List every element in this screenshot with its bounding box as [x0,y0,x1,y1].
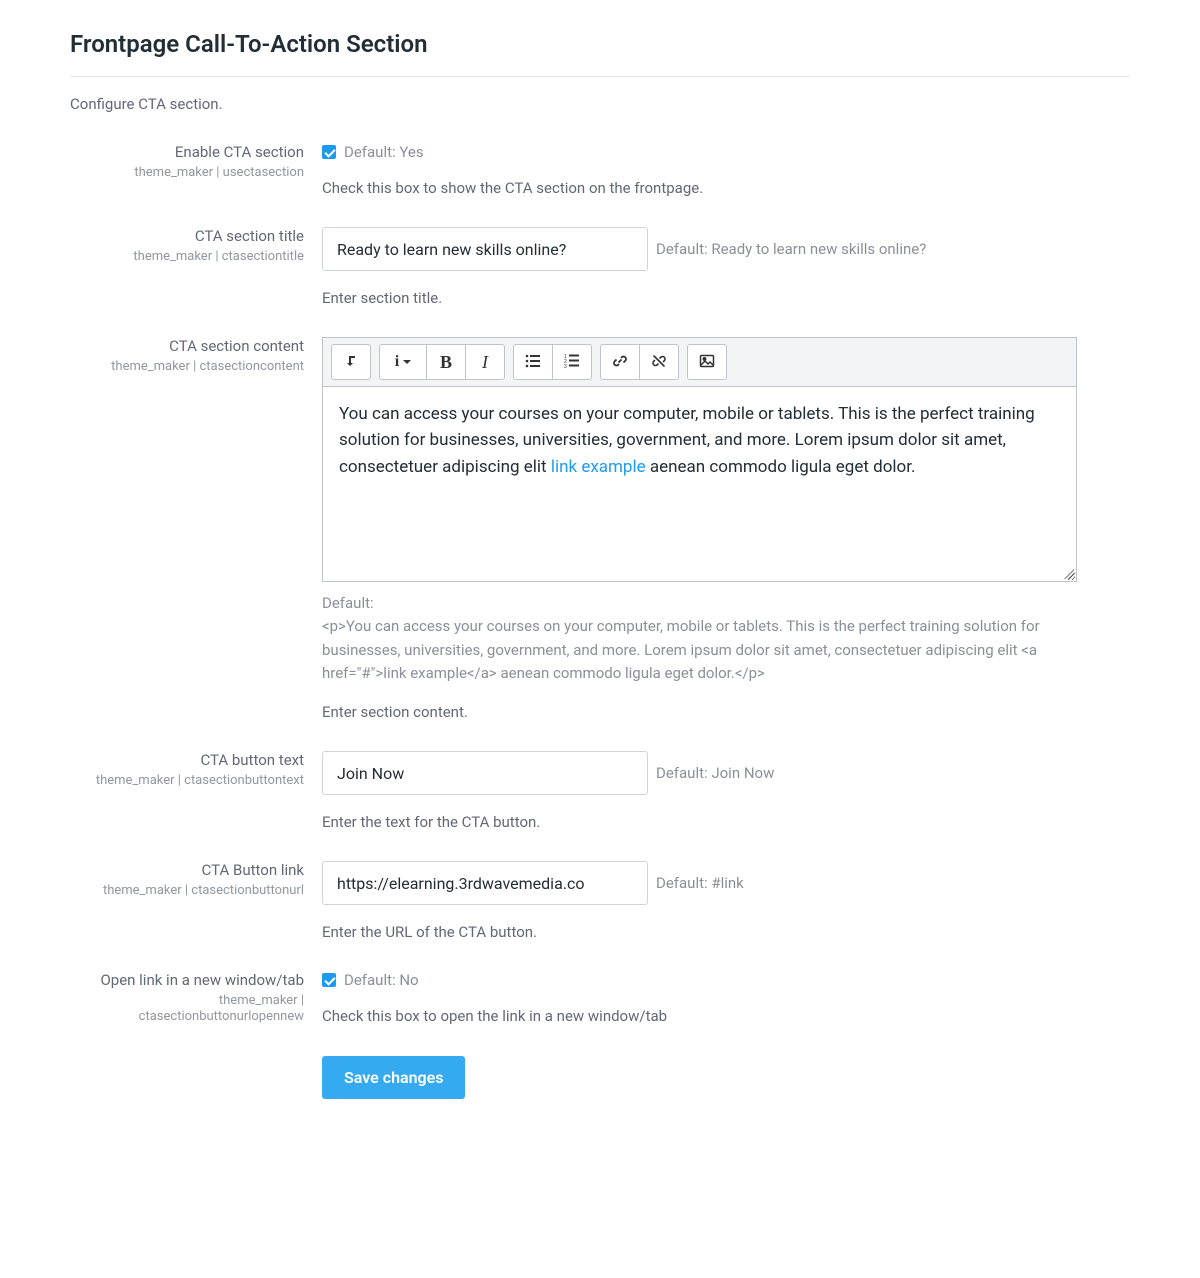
toolbar-ul-button[interactable] [513,344,553,380]
editor-text-after: aenean commodo ligula eget dolor. [646,457,916,477]
section-title-help: Enter section title. [322,289,1130,307]
open-new-label: Open link in a new window/tab [70,971,304,991]
chevron-down-icon [403,360,411,364]
field-section-title: CTA section title theme_maker | ctasecti… [70,227,1130,307]
page-title: Frontpage Call-To-Action Section [70,30,1130,77]
button-link-label: CTA Button link [70,861,304,881]
enable-cta-checkbox[interactable] [322,145,336,159]
toolbar-italic-button[interactable]: I [465,344,505,380]
enable-cta-help: Check this box to show the CTA section o… [322,179,1130,197]
button-text-label: CTA button text [70,751,304,771]
toolbar-unlink-button[interactable] [639,344,679,380]
toolbar-link-button[interactable] [600,344,640,380]
button-link-key: theme_maker | ctasectionbuttonurl [70,883,304,900]
button-text-default: Default: Join Now [656,764,774,782]
open-new-default: Default: No [344,971,419,989]
section-content-default-label: Default: [322,592,1077,615]
section-content-help: Enter section content. [322,703,1130,721]
field-actions: Save changes [70,1056,1130,1099]
button-text-help: Enter the text for the CTA button. [322,813,1130,831]
enable-cta-key: theme_maker | usectasection [70,165,304,182]
section-title-label: CTA section title [70,227,304,247]
editor-link-example[interactable]: link example [551,457,646,477]
field-button-link: CTA Button link theme_maker | ctasection… [70,861,1130,941]
image-icon [699,353,715,372]
toolbar-toggle-button[interactable] [331,344,371,380]
button-text-key: theme_maker | ctasectionbuttontext [70,773,304,790]
open-new-help: Check this box to open the link in a new… [322,1007,1130,1025]
toolbar-bold-button[interactable]: B [426,344,466,380]
expand-icon [343,353,359,372]
section-content-default-value: <p>You can access your courses on your c… [322,615,1077,685]
section-title-input[interactable] [322,227,648,271]
section-title-key: theme_maker | ctasectiontitle [70,249,304,266]
editor-toolbar: i B I [322,337,1077,386]
button-link-default: Default: #link [656,874,744,892]
field-enable-cta: Enable CTA section theme_maker | usectas… [70,143,1130,197]
save-button[interactable]: Save changes [322,1056,465,1099]
enable-cta-default: Default: Yes [344,143,424,161]
list-ol-icon: 123 [564,353,580,372]
enable-cta-label: Enable CTA section [70,143,304,163]
toolbar-image-button[interactable] [687,344,727,380]
link-icon [612,353,628,372]
open-new-checkbox[interactable] [322,973,336,987]
section-title-default: Default: Ready to learn new skills onlin… [656,240,926,258]
toolbar-styles-button[interactable]: i [379,344,427,380]
styles-icon: i [395,353,399,371]
bold-icon: B [440,352,452,373]
unlink-icon [651,353,667,372]
button-link-help: Enter the URL of the CTA button. [322,923,1130,941]
italic-icon: I [482,352,488,373]
toolbar-ol-button[interactable]: 123 [552,344,592,380]
open-new-key: theme_maker | ctasectionbuttonurlopennew [70,993,304,1027]
field-open-new: Open link in a new window/tab theme_make… [70,971,1130,1026]
section-content-editor[interactable]: You can access your courses on your comp… [322,386,1077,582]
button-link-input[interactable] [322,861,648,905]
button-text-input[interactable] [322,751,648,795]
svg-text:3: 3 [564,364,567,369]
page-description: Configure CTA section. [70,95,1130,113]
list-ul-icon [525,353,541,372]
section-content-label: CTA section content [70,337,304,357]
field-section-content: CTA section content theme_maker | ctasec… [70,337,1130,721]
section-content-key: theme_maker | ctasectioncontent [70,359,304,376]
field-button-text: CTA button text theme_maker | ctasection… [70,751,1130,831]
